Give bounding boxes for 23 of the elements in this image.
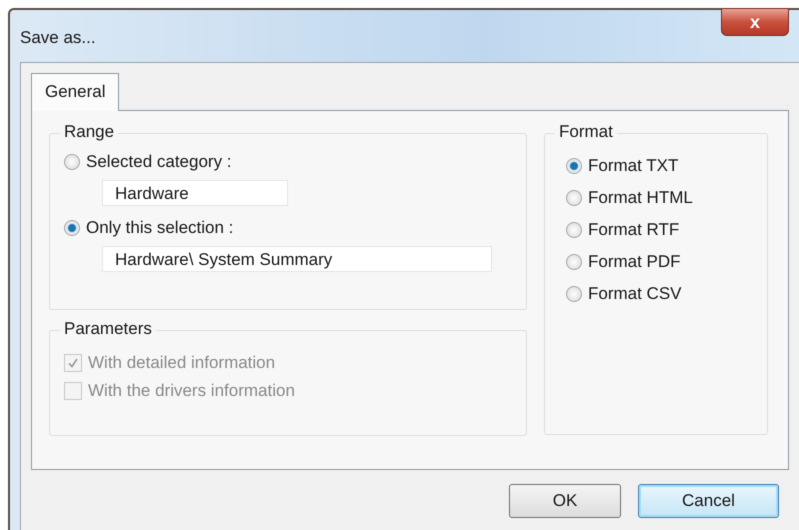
radio-button[interactable]	[566, 190, 582, 206]
radio-label[interactable]: Format HTML	[588, 188, 693, 208]
window-title: Save as...	[20, 28, 96, 48]
group-title: Range	[60, 122, 118, 142]
radio-label[interactable]: Only this selection :	[86, 218, 234, 238]
check-icon	[67, 357, 79, 369]
ok-button[interactable]: OK	[509, 484, 621, 518]
input-field[interactable]: Hardware\ System Summary	[102, 246, 492, 272]
radio-label[interactable]: Format CSV	[588, 284, 682, 304]
radio-button[interactable]	[566, 286, 582, 302]
radio-label[interactable]: Format PDF	[588, 252, 681, 272]
radio-button[interactable]	[566, 254, 582, 270]
radio-label[interactable]: Selected category :	[86, 152, 232, 172]
input-field[interactable]: Hardware	[102, 180, 288, 206]
radio-button[interactable]	[566, 222, 582, 238]
radio-button[interactable]	[64, 154, 80, 170]
cancel-button[interactable]: Cancel	[638, 484, 779, 518]
radio-label[interactable]: Format TXT	[588, 156, 678, 176]
radio-button[interactable]	[64, 220, 80, 236]
radio-label[interactable]: Format RTF	[588, 220, 680, 240]
radio-button[interactable]	[566, 158, 582, 174]
tab[interactable]: General	[31, 73, 120, 111]
close-button[interactable]: x	[721, 8, 789, 36]
